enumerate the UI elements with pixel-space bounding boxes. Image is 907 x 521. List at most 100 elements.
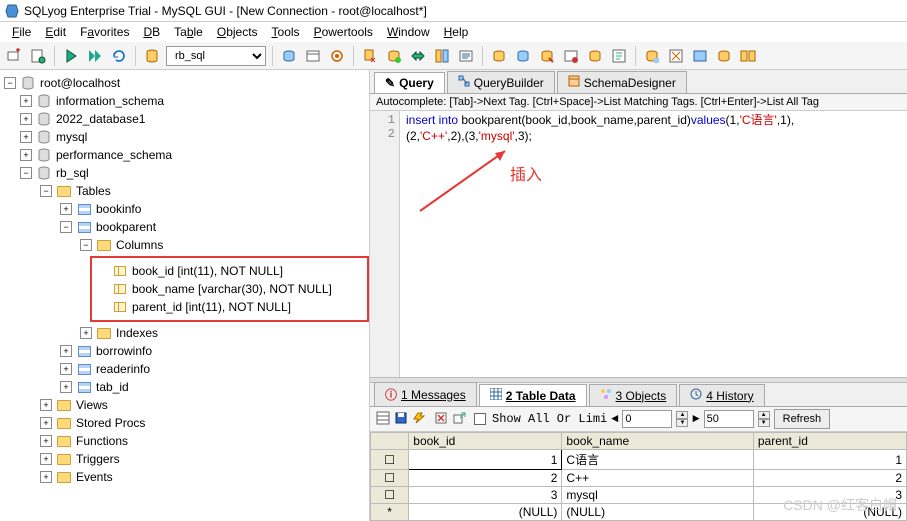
- tool-icon-1[interactable]: [279, 46, 299, 66]
- tool-icon-5[interactable]: [384, 46, 404, 66]
- col-header[interactable]: book_name: [562, 433, 753, 450]
- tree-tables-folder[interactable]: −Tables: [0, 182, 369, 200]
- tree-indexes-folder[interactable]: +Indexes: [0, 324, 369, 342]
- expand-icon[interactable]: +: [40, 417, 52, 429]
- tree-table[interactable]: +readerinfo: [0, 360, 369, 378]
- tab-querybuilder[interactable]: QueryBuilder: [447, 71, 555, 93]
- col-header[interactable]: book_id: [409, 433, 562, 450]
- tool-icon-4[interactable]: [360, 46, 380, 66]
- tool-icon-7[interactable]: [432, 46, 452, 66]
- table-row[interactable]: ☐2C++2: [371, 470, 907, 487]
- expand-icon[interactable]: +: [20, 149, 32, 161]
- tree-db[interactable]: +2022_database1: [0, 110, 369, 128]
- database-selector[interactable]: rb_sql: [166, 46, 266, 66]
- expand-icon[interactable]: +: [20, 95, 32, 107]
- expand-icon[interactable]: +: [40, 453, 52, 465]
- tool-icon-2[interactable]: [303, 46, 323, 66]
- collapse-icon[interactable]: −: [40, 185, 52, 197]
- menu-edit[interactable]: Edit: [39, 23, 72, 41]
- collapse-icon[interactable]: −: [80, 239, 92, 251]
- tool-icon-15[interactable]: [642, 46, 662, 66]
- tab-tabledata[interactable]: 2 Table Data: [479, 384, 587, 406]
- expand-icon[interactable]: +: [40, 399, 52, 411]
- tool-icon-19[interactable]: [738, 46, 758, 66]
- tab-messages[interactable]: ⓘ1 Messages: [374, 382, 477, 406]
- sql-editor[interactable]: 12 insert into bookparent(book_id,book_n…: [370, 111, 907, 377]
- tab-history[interactable]: 4 History: [679, 384, 764, 406]
- tree-root[interactable]: − root@localhost: [0, 74, 369, 92]
- tree-db[interactable]: +mysql: [0, 128, 369, 146]
- menu-db[interactable]: DB: [137, 23, 166, 41]
- expand-icon[interactable]: +: [20, 113, 32, 125]
- new-query-icon[interactable]: [28, 46, 48, 66]
- expand-icon[interactable]: +: [60, 381, 72, 393]
- expand-icon[interactable]: +: [40, 435, 52, 447]
- menu-favorites[interactable]: Favorites: [74, 23, 135, 41]
- expand-icon[interactable]: +: [60, 345, 72, 357]
- cancel-icon[interactable]: [412, 411, 426, 428]
- tab-objects[interactable]: 3 Objects: [589, 384, 678, 406]
- spin-to[interactable]: ▲▼: [758, 411, 770, 427]
- tool-icon-18[interactable]: [714, 46, 734, 66]
- new-connection-icon[interactable]: [4, 46, 24, 66]
- tree-folder[interactable]: +Events: [0, 468, 369, 486]
- save-icon[interactable]: [394, 411, 408, 428]
- col-header[interactable]: parent_id: [753, 433, 906, 450]
- object-browser[interactable]: − root@localhost +information_schema +20…: [0, 70, 370, 521]
- tool-icon-13[interactable]: [585, 46, 605, 66]
- tool-icon-6[interactable]: [408, 46, 428, 66]
- export-icon[interactable]: [452, 411, 466, 428]
- menu-table[interactable]: Table: [168, 23, 209, 41]
- refresh-icon[interactable]: [109, 46, 129, 66]
- tool-icon-17[interactable]: [690, 46, 710, 66]
- limit-to-input[interactable]: [704, 410, 754, 428]
- tree-column[interactable]: book_name [varchar(30), NOT NULL]: [92, 280, 359, 298]
- tree-db[interactable]: +information_schema: [0, 92, 369, 110]
- tree-table-bookparent[interactable]: −bookparent: [0, 218, 369, 236]
- tool-icon-8[interactable]: [456, 46, 476, 66]
- refresh-button[interactable]: Refresh: [774, 409, 831, 429]
- tree-table[interactable]: +borrowinfo: [0, 342, 369, 360]
- grid-view-icon[interactable]: [376, 411, 390, 428]
- tree-table[interactable]: +tab_id: [0, 378, 369, 396]
- tool-icon-16[interactable]: [666, 46, 686, 66]
- execute-icon[interactable]: [61, 46, 81, 66]
- tool-icon-9[interactable]: [489, 46, 509, 66]
- tab-schemadesigner[interactable]: SchemaDesigner: [557, 71, 687, 93]
- tree-column[interactable]: book_id [int(11), NOT NULL]: [92, 262, 359, 280]
- execute-all-icon[interactable]: [85, 46, 105, 66]
- limit-from-input[interactable]: [622, 410, 672, 428]
- tree-folder[interactable]: +Triggers: [0, 450, 369, 468]
- tool-icon-3[interactable]: [327, 46, 347, 66]
- tree-columns-folder[interactable]: −Columns: [0, 236, 369, 254]
- table-row[interactable]: ☐3mysql3: [371, 487, 907, 504]
- tool-icon-11[interactable]: [537, 46, 557, 66]
- tool-icon-14[interactable]: [609, 46, 629, 66]
- expand-icon[interactable]: +: [20, 131, 32, 143]
- result-grid[interactable]: book_id book_name parent_id ☐1C语言1 ☐2C++…: [370, 432, 907, 521]
- tree-table[interactable]: +bookinfo: [0, 200, 369, 218]
- table-row-new[interactable]: *(NULL)(NULL)(NULL): [371, 504, 907, 521]
- tool-icon-10[interactable]: [513, 46, 533, 66]
- menu-file[interactable]: File: [6, 23, 37, 41]
- spin-from[interactable]: ▲▼: [676, 411, 688, 427]
- expand-icon[interactable]: +: [80, 327, 92, 339]
- menu-help[interactable]: Help: [438, 23, 475, 41]
- showall-checkbox[interactable]: [474, 413, 486, 425]
- tree-folder[interactable]: +Functions: [0, 432, 369, 450]
- expand-icon[interactable]: +: [60, 363, 72, 375]
- tool-icon-12[interactable]: [561, 46, 581, 66]
- tree-column[interactable]: parent_id [int(11), NOT NULL]: [92, 298, 359, 316]
- menu-window[interactable]: Window: [381, 23, 436, 41]
- tree-db-current[interactable]: −rb_sql: [0, 164, 369, 182]
- collapse-icon[interactable]: −: [20, 167, 32, 179]
- tree-folder[interactable]: +Stored Procs: [0, 414, 369, 432]
- tree-db[interactable]: +performance_schema: [0, 146, 369, 164]
- tab-query[interactable]: ✎Query: [374, 72, 445, 93]
- tree-folder[interactable]: +Views: [0, 396, 369, 414]
- collapse-icon[interactable]: −: [4, 77, 16, 89]
- collapse-icon[interactable]: −: [60, 221, 72, 233]
- expand-icon[interactable]: +: [60, 203, 72, 215]
- menu-tools[interactable]: Tools: [266, 23, 306, 41]
- db-icon[interactable]: [142, 46, 162, 66]
